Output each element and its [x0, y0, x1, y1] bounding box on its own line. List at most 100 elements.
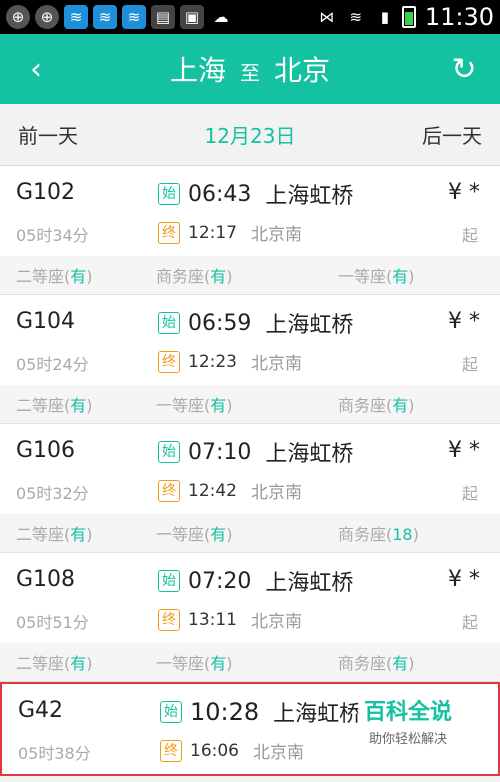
start-badge: 始	[158, 441, 180, 463]
app-notification-icon: ≋	[64, 5, 88, 29]
price: ¥ *	[448, 180, 480, 205]
train-duration: 05时34分	[16, 226, 89, 245]
train-number: G108	[16, 567, 76, 592]
arrival-station: 北京南	[251, 225, 302, 245]
arrival-time: 12:17	[188, 222, 237, 243]
train-number: G102	[16, 180, 76, 205]
status-bar-notifications: ⊕ ⊕ ≋ ≋ ≋ ▤ ▣ ☁	[6, 5, 233, 29]
route-title: 上海 至 北京	[170, 49, 330, 89]
price: ¥ *	[448, 309, 480, 334]
price-from-label: 起	[461, 484, 478, 503]
title-bar: ‹ 上海 至 北京 ↻	[0, 34, 500, 104]
seat-availability: 二等座(有) 商务座(有) 一等座(有)	[0, 256, 500, 294]
add-circle-icon: ⊕	[35, 5, 59, 29]
price-from-label: 起	[461, 613, 478, 632]
arrival-station: 北京南	[251, 483, 302, 503]
seat-availability: 二等座(有) 一等座(有) 商务座(有)	[0, 643, 500, 681]
train-card-highlighted[interactable]: G42 05时38分 始 10:28 上海虹桥 终 16:06 北京南 百科全说…	[0, 682, 500, 776]
watermark-logo: 百科全说 助你轻松解决	[357, 692, 458, 749]
seat-class: 二等座(有)	[16, 654, 93, 673]
end-badge: 终	[158, 479, 180, 502]
price: ¥ *	[448, 438, 480, 463]
arrival-time: 13:11	[188, 609, 237, 630]
date-bar: 前一天 12月23日 后一天	[0, 104, 500, 166]
add-circle-icon: ⊕	[6, 5, 30, 29]
status-bar: ⊕ ⊕ ≋ ≋ ≋ ▤ ▣ ☁ ⋈ ≋ ▮ 11:30	[0, 0, 500, 34]
battery-icon	[401, 6, 416, 28]
train-card[interactable]: G106 05时32分 始 07:10 上海虹桥 终 12:42 北京南 ¥ *…	[0, 424, 500, 553]
start-badge: 始	[160, 701, 182, 723]
seat-class: 商务座(有)	[338, 396, 415, 415]
arrival-station: 北京南	[251, 612, 302, 632]
mute-icon: ⋈	[319, 8, 335, 26]
route-separator: 至	[240, 61, 260, 85]
train-duration: 05时24分	[16, 355, 89, 374]
price: ¥ *	[448, 567, 480, 592]
seat-availability: 二等座(有) 一等座(有) 商务座(18)	[0, 514, 500, 552]
sd-card-icon: ▤	[151, 5, 175, 29]
seat-class: 二等座(有)	[16, 396, 93, 415]
seat-class: 二等座(有)	[16, 267, 93, 286]
seat-class: 商务座(有)	[156, 267, 233, 286]
train-number: G106	[16, 438, 76, 463]
seat-class: 商务座(18)	[338, 525, 419, 544]
departure-station: 上海虹桥	[265, 571, 354, 596]
arrival-time: 12:42	[188, 480, 237, 501]
train-number: G42	[18, 698, 64, 723]
signal-icon: ▮	[380, 8, 389, 26]
departure-station: 上海虹桥	[265, 184, 354, 209]
train-duration: 05时51分	[16, 613, 89, 632]
seat-class: 二等座(有)	[16, 525, 93, 544]
start-badge: 始	[158, 183, 180, 205]
train-duration: 05时32分	[16, 484, 89, 503]
departure-time: 06:59	[188, 310, 252, 336]
status-bar-system: ⋈ ≋ ▮ 11:30	[315, 3, 494, 31]
app-notification-icon: ≋	[122, 5, 146, 29]
train-card[interactable]: G102 05时34分 始 06:43 上海虹桥 终 12:17 北京南 ¥ *…	[0, 166, 500, 295]
departure-time: 10:28	[190, 698, 260, 726]
next-day-button[interactable]: 后一天	[422, 120, 482, 149]
origin-city: 上海	[169, 54, 226, 87]
seat-class: 一等座(有)	[156, 396, 233, 415]
arrival-time: 16:06	[190, 740, 239, 761]
destination-city: 北京	[274, 54, 331, 87]
back-icon[interactable]: ‹	[18, 52, 54, 87]
end-badge: 终	[158, 350, 180, 373]
seat-class: 一等座(有)	[156, 525, 233, 544]
current-date[interactable]: 12月23日	[205, 120, 296, 149]
refresh-icon[interactable]: ↻	[446, 52, 482, 87]
arrival-station: 北京南	[251, 354, 302, 374]
arrival-station: 北京南	[253, 743, 304, 763]
watermark-title: 百科全说	[363, 700, 452, 725]
seat-availability: 二等座(有) 一等座(有) 商务座(有)	[0, 385, 500, 423]
seat-class: 一等座(有)	[156, 654, 233, 673]
end-badge: 终	[158, 221, 180, 244]
wifi-icon: ≋	[349, 8, 363, 26]
arrival-time: 12:23	[188, 351, 237, 372]
prev-day-button[interactable]: 前一天	[18, 120, 78, 149]
train-number: G104	[16, 309, 76, 334]
departure-time: 07:20	[188, 568, 252, 594]
departure-station: 上海虹桥	[265, 313, 354, 338]
departure-time: 06:43	[188, 181, 252, 207]
start-badge: 始	[158, 312, 180, 334]
train-card[interactable]: G108 05时51分 始 07:20 上海虹桥 终 13:11 北京南 ¥ *…	[0, 553, 500, 682]
train-duration: 05时38分	[18, 744, 91, 763]
end-badge: 终	[160, 739, 182, 762]
departure-station: 上海虹桥	[273, 702, 362, 727]
train-card[interactable]: G104 05时24分 始 06:59 上海虹桥 终 12:23 北京南 ¥ *…	[0, 295, 500, 424]
start-badge: 始	[158, 570, 180, 592]
watermark-subtitle: 助你轻松解决	[368, 732, 447, 747]
price-from-label: 起	[461, 355, 478, 374]
weather-icon: ☁	[213, 8, 229, 26]
price-from-label: 起	[461, 226, 478, 245]
end-badge: 终	[158, 608, 180, 631]
clock: 11:30	[424, 3, 494, 31]
image-icon: ▣	[180, 5, 204, 29]
departure-time: 07:10	[188, 439, 252, 465]
seat-class: 商务座(有)	[338, 654, 415, 673]
train-list: G102 05时34分 始 06:43 上海虹桥 终 12:17 北京南 ¥ *…	[0, 166, 500, 776]
seat-class: 一等座(有)	[338, 267, 415, 286]
app-notification-icon: ≋	[93, 5, 117, 29]
departure-station: 上海虹桥	[265, 442, 354, 467]
